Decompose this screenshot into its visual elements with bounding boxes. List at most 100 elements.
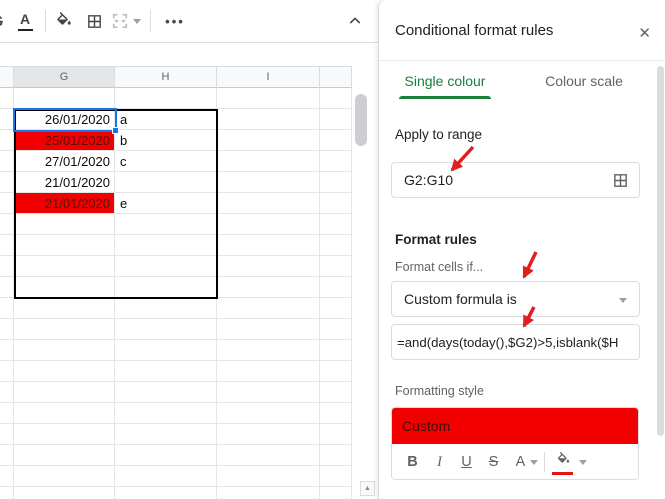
italic-button[interactable]: I	[426, 454, 453, 471]
cell-H4[interactable]: c	[115, 151, 217, 172]
more-options-icon[interactable]: •••	[158, 0, 192, 42]
cell-G12[interactable]	[14, 319, 115, 340]
cell-I1[interactable]	[217, 88, 320, 109]
cell[interactable]	[0, 445, 14, 466]
cell-I17[interactable]	[217, 424, 320, 445]
cell-I5[interactable]	[217, 172, 320, 193]
cell[interactable]	[0, 172, 14, 193]
cell[interactable]	[320, 109, 352, 130]
tab-single-colour[interactable]: Single colour	[399, 61, 491, 101]
column-header[interactable]	[0, 66, 14, 88]
cell-G19[interactable]	[14, 466, 115, 487]
column-header-G[interactable]: G	[14, 66, 115, 88]
cell-I19[interactable]	[217, 466, 320, 487]
cell[interactable]	[320, 256, 352, 277]
cell-G1[interactable]	[14, 88, 115, 109]
scroll-up-button[interactable]: ▲	[360, 481, 375, 496]
cell[interactable]	[320, 235, 352, 256]
cell[interactable]	[0, 277, 14, 298]
cell[interactable]	[0, 403, 14, 424]
cell-G10[interactable]	[14, 277, 115, 298]
cell-I20[interactable]	[217, 487, 320, 499]
cell[interactable]	[320, 361, 352, 382]
cell-G7[interactable]	[14, 214, 115, 235]
bold-button[interactable]: B	[399, 454, 426, 470]
cell-I15[interactable]	[217, 382, 320, 403]
formula-input[interactable]: =and(days(today(),$G2)>5,isblank($H	[391, 324, 640, 360]
fill-color-button[interactable]	[551, 452, 575, 475]
cell-I10[interactable]	[217, 277, 320, 298]
fill-color-icon[interactable]	[51, 0, 77, 42]
cell-H13[interactable]	[115, 340, 217, 361]
cell[interactable]	[320, 193, 352, 214]
borders-icon[interactable]	[81, 0, 107, 42]
cell-H12[interactable]	[115, 319, 217, 340]
cell[interactable]	[320, 277, 352, 298]
cell-H19[interactable]	[115, 466, 217, 487]
cell-I16[interactable]	[217, 403, 320, 424]
cell-H8[interactable]	[115, 235, 217, 256]
select-data-range-icon[interactable]	[612, 172, 629, 194]
cell-G11[interactable]	[14, 298, 115, 319]
cell[interactable]	[0, 319, 14, 340]
collapse-toolbar-icon[interactable]	[342, 0, 368, 42]
cell-I11[interactable]	[217, 298, 320, 319]
cell-I2[interactable]	[217, 109, 320, 130]
cell[interactable]	[0, 193, 14, 214]
cell-H16[interactable]	[115, 403, 217, 424]
cell-H17[interactable]	[115, 424, 217, 445]
text-color-icon[interactable]: A	[12, 0, 38, 42]
cell[interactable]	[320, 130, 352, 151]
cell[interactable]	[0, 298, 14, 319]
fill-color-caret-icon[interactable]	[579, 459, 587, 465]
cell[interactable]	[320, 403, 352, 424]
cell-I8[interactable]	[217, 235, 320, 256]
cell-H2[interactable]: a	[115, 109, 217, 130]
cell[interactable]	[0, 487, 14, 499]
cell-H9[interactable]	[115, 256, 217, 277]
cell-I6[interactable]	[217, 193, 320, 214]
cell[interactable]	[320, 214, 352, 235]
cell[interactable]	[320, 466, 352, 487]
condition-dropdown[interactable]: Custom formula is	[391, 281, 640, 317]
cell-H20[interactable]	[115, 487, 217, 499]
cell[interactable]	[0, 424, 14, 445]
cell-I9[interactable]	[217, 256, 320, 277]
cell[interactable]	[0, 109, 14, 130]
sheet-vertical-scrollbar[interactable]	[355, 94, 367, 146]
underline-button[interactable]: U	[453, 454, 480, 470]
range-input[interactable]: G2:G10	[391, 162, 640, 198]
cell[interactable]	[320, 298, 352, 319]
cell-G9[interactable]	[14, 256, 115, 277]
cell-G15[interactable]	[14, 382, 115, 403]
panel-scrollbar[interactable]	[657, 66, 664, 436]
cell[interactable]	[320, 88, 352, 109]
cell[interactable]	[0, 361, 14, 382]
cell-H14[interactable]	[115, 361, 217, 382]
cell[interactable]	[0, 256, 14, 277]
cell-H1[interactable]	[115, 88, 217, 109]
cell-G13[interactable]	[14, 340, 115, 361]
cell[interactable]	[320, 382, 352, 403]
cell-G16[interactable]	[14, 403, 115, 424]
cell[interactable]	[0, 214, 14, 235]
cell-G4[interactable]: 27/01/2020	[14, 151, 115, 172]
cell-G2[interactable]: 26/01/2020	[14, 109, 115, 130]
cell[interactable]	[320, 487, 352, 499]
strikethrough-button[interactable]: S	[480, 454, 507, 470]
cell-G6[interactable]: 21/01/2020	[14, 193, 115, 214]
cell-G20[interactable]	[14, 487, 115, 499]
cell-I4[interactable]	[217, 151, 320, 172]
column-header-H[interactable]: H	[115, 66, 217, 88]
column-header[interactable]	[320, 66, 352, 88]
cell-G14[interactable]	[14, 361, 115, 382]
cell-G8[interactable]	[14, 235, 115, 256]
cell-I7[interactable]	[217, 214, 320, 235]
text-color-caret-icon[interactable]	[530, 459, 538, 465]
cell-H10[interactable]	[115, 277, 217, 298]
cell[interactable]	[320, 424, 352, 445]
cell-G18[interactable]	[14, 445, 115, 466]
cell[interactable]	[0, 466, 14, 487]
cell-H11[interactable]	[115, 298, 217, 319]
cell-H6[interactable]: e	[115, 193, 217, 214]
